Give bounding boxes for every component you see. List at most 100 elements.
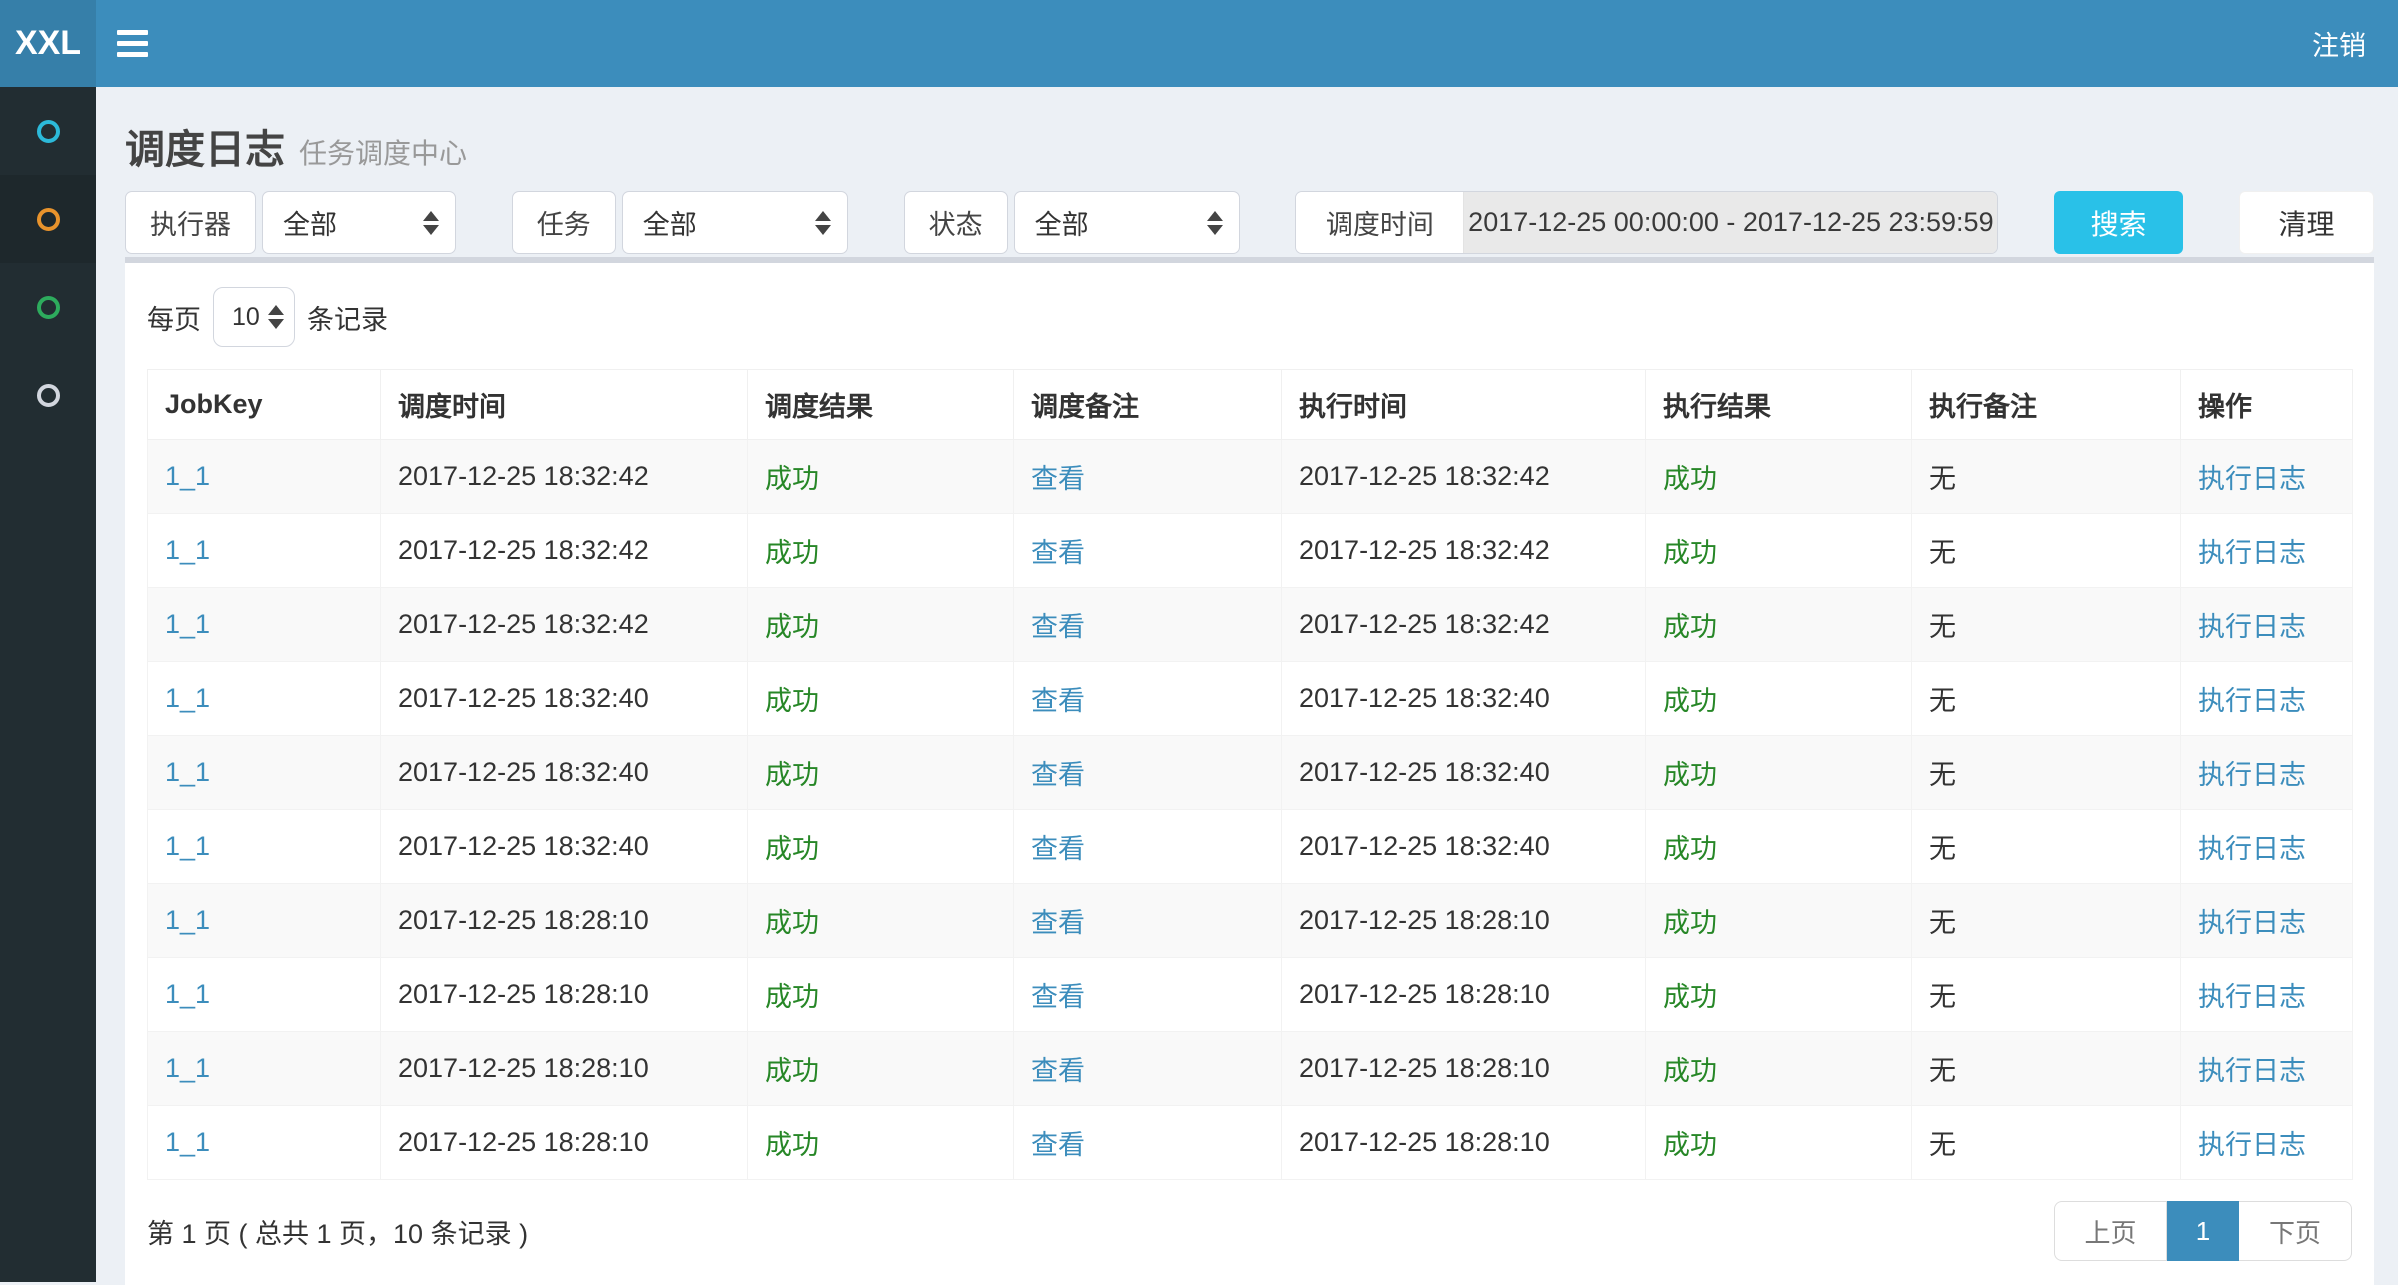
cell-trigger_time: 2017-12-25 18:28:10 [381,1106,748,1180]
trigger-time-range-input[interactable] [1464,192,1997,253]
cell-trigger_time: 2017-12-25 18:28:10 [381,1032,748,1106]
top-navbar: XXL 注销 [0,0,2398,87]
cell-trigger_msg: 查看 [1014,662,1282,736]
cell-trigger_msg: 查看 [1014,1032,1282,1106]
page-size-suffix: 条记录 [307,298,388,337]
hamburger-icon [117,52,148,57]
execute-log-link[interactable]: 执行日志 [2198,538,2306,568]
handle-result: 成功 [1663,760,1717,790]
cell-handle_time: 2017-12-25 18:28:10 [1282,1106,1646,1180]
view-trigger-msg-link[interactable]: 查看 [1031,464,1085,494]
job-select[interactable]: 全部 [622,191,848,254]
view-trigger-msg-link[interactable]: 查看 [1031,982,1085,1012]
sidebar-item-3[interactable] [0,263,96,351]
handle-time: 2017-12-25 18:28:10 [1299,905,1550,935]
search-button[interactable]: 搜索 [2054,191,2183,254]
view-trigger-msg-link[interactable]: 查看 [1031,760,1085,790]
handle-msg: 无 [1929,908,1956,938]
trigger-result: 成功 [765,982,819,1012]
log-table-box: 每页 10 条记录 JobKey调度时间调度结果调度备注执行时间执行结果执行备注… [125,257,2374,1285]
view-trigger-msg-link[interactable]: 查看 [1031,538,1085,568]
cell-trigger_time: 2017-12-25 18:32:42 [381,514,748,588]
cell-action: 执行日志 [2181,884,2353,958]
clear-button[interactable]: 清理 [2239,191,2374,254]
cell-trigger_result: 成功 [748,440,1014,514]
view-trigger-msg-link[interactable]: 查看 [1031,908,1085,938]
pagination-next-button[interactable]: 下页 [2239,1201,2352,1261]
column-header-trigger_result: 调度结果 [748,370,1014,440]
trigger-result: 成功 [765,464,819,494]
trigger-result: 成功 [765,1130,819,1160]
cell-trigger_time: 2017-12-25 18:32:40 [381,810,748,884]
execute-log-link[interactable]: 执行日志 [2198,464,2306,494]
jobkey-link[interactable]: 1_1 [165,461,210,491]
execute-log-link[interactable]: 执行日志 [2198,908,2306,938]
pagination-prev-button[interactable]: 上页 [2054,1201,2167,1261]
jobkey-link[interactable]: 1_1 [165,757,210,787]
cell-trigger_result: 成功 [748,958,1014,1032]
execute-log-link[interactable]: 执行日志 [2198,612,2306,642]
jobkey-link[interactable]: 1_1 [165,535,210,565]
execute-log-link[interactable]: 执行日志 [2198,834,2306,864]
select-stepper-icon [815,211,831,235]
pagination-current-page[interactable]: 1 [2167,1201,2239,1261]
view-trigger-msg-link[interactable]: 查看 [1031,612,1085,642]
execute-log-link[interactable]: 执行日志 [2198,982,2306,1012]
cell-trigger_time: 2017-12-25 18:32:42 [381,588,748,662]
select-stepper-icon [268,305,284,329]
cell-job_key: 1_1 [148,810,381,884]
table-footer: 第 1 页 ( 总共 1 页，10 条记录 ) 上页 1 下页 [147,1201,2352,1261]
hamburger-icon [117,30,148,35]
cell-handle_result: 成功 [1646,514,1912,588]
view-trigger-msg-link[interactable]: 查看 [1031,834,1085,864]
jobkey-link[interactable]: 1_1 [165,979,210,1009]
executor-select[interactable]: 全部 [262,191,456,254]
view-trigger-msg-link[interactable]: 查看 [1031,1130,1085,1160]
jobkey-link[interactable]: 1_1 [165,609,210,639]
table-row: 1_12017-12-25 18:32:40成功查看2017-12-25 18:… [148,736,2353,810]
status-select[interactable]: 全部 [1014,191,1240,254]
column-header-job_key: JobKey [148,370,381,440]
jobkey-link[interactable]: 1_1 [165,1127,210,1157]
page-subtitle: 任务调度中心 [299,132,467,172]
cell-trigger_time: 2017-12-25 18:32:42 [381,440,748,514]
execute-log-link[interactable]: 执行日志 [2198,760,2306,790]
cell-job_key: 1_1 [148,736,381,810]
filter-bar: 执行器 全部 任务 全部 状态 全部 调度时间 搜索 清理 [125,191,2374,254]
sidebar-item-2[interactable] [0,175,96,263]
execute-log-link[interactable]: 执行日志 [2198,1130,2306,1160]
execute-log-link[interactable]: 执行日志 [2198,686,2306,716]
jobkey-link[interactable]: 1_1 [165,831,210,861]
cell-handle_msg: 无 [1912,1032,2181,1106]
page-size-select[interactable]: 10 [213,287,295,347]
view-trigger-msg-link[interactable]: 查看 [1031,686,1085,716]
cell-action: 执行日志 [2181,514,2353,588]
cell-trigger_result: 成功 [748,662,1014,736]
sidebar-toggle-button[interactable] [96,0,168,87]
sidebar-item-1[interactable] [0,87,96,175]
cell-action: 执行日志 [2181,958,2353,1032]
jobkey-link[interactable]: 1_1 [165,1053,210,1083]
cell-trigger_msg: 查看 [1014,736,1282,810]
jobkey-link[interactable]: 1_1 [165,683,210,713]
handle-time: 2017-12-25 18:28:10 [1299,979,1550,1009]
select-stepper-icon [423,211,439,235]
cell-handle_time: 2017-12-25 18:28:10 [1282,958,1646,1032]
handle-msg: 无 [1929,982,1956,1012]
trigger-time-filter-label: 调度时间 [1296,192,1464,253]
handle-time: 2017-12-25 18:32:42 [1299,461,1550,491]
jobkey-link[interactable]: 1_1 [165,905,210,935]
execute-log-link[interactable]: 执行日志 [2198,1056,2306,1086]
cell-handle_msg: 无 [1912,440,2181,514]
cell-handle_msg: 无 [1912,958,2181,1032]
job-filter-group: 任务 全部 [512,191,848,254]
logout-link[interactable]: 注销 [2280,0,2398,87]
page-title: 调度日志 [125,117,285,175]
cell-job_key: 1_1 [148,588,381,662]
sidebar-item-4[interactable] [0,351,96,439]
table-row: 1_12017-12-25 18:28:10成功查看2017-12-25 18:… [148,884,2353,958]
cell-action: 执行日志 [2181,810,2353,884]
cell-action: 执行日志 [2181,1032,2353,1106]
handle-result: 成功 [1663,686,1717,716]
view-trigger-msg-link[interactable]: 查看 [1031,1056,1085,1086]
